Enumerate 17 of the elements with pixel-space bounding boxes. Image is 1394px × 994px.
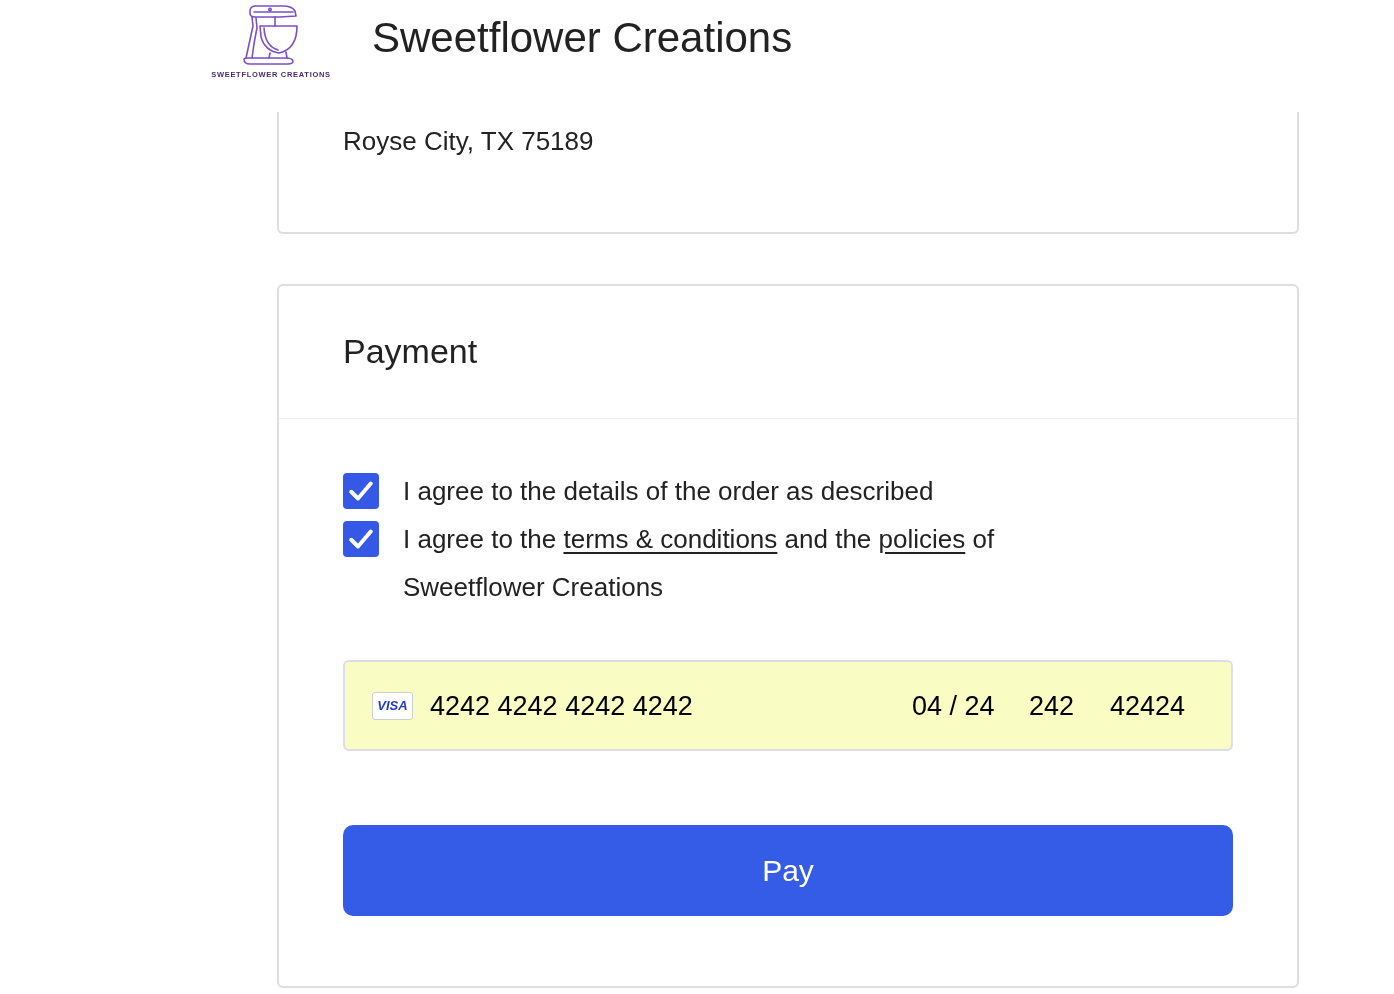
pay-button[interactable]: Pay — [343, 825, 1233, 916]
agreement-text: I agree to the details of the order as described — [403, 475, 934, 508]
text-link[interactable]: policies — [878, 524, 966, 554]
checkmark-icon — [349, 527, 373, 551]
site-title: Sweetflower Creations — [372, 13, 793, 63]
text-link[interactable]: terms & conditions — [563, 524, 778, 554]
zip-input[interactable]: 42424 — [1110, 688, 1204, 723]
card-number-input[interactable]: 4242 4242 4242 4242 — [430, 688, 895, 723]
agreement-text: I agree to the terms & conditions and the policies of Sweetflower Creations — [403, 523, 996, 604]
checkbox[interactable] — [343, 521, 379, 557]
address-text: Royse City, TX 75189 — [343, 125, 595, 158]
card-brand-logo: VISA — [372, 691, 413, 720]
checkmark-icon — [349, 479, 373, 503]
expiry-input[interactable]: 04 / 24 — [912, 688, 1012, 723]
section-title: Payment — [343, 331, 478, 372]
cvc-input[interactable]: 242 — [1029, 688, 1093, 723]
checkbox[interactable] — [343, 473, 379, 509]
